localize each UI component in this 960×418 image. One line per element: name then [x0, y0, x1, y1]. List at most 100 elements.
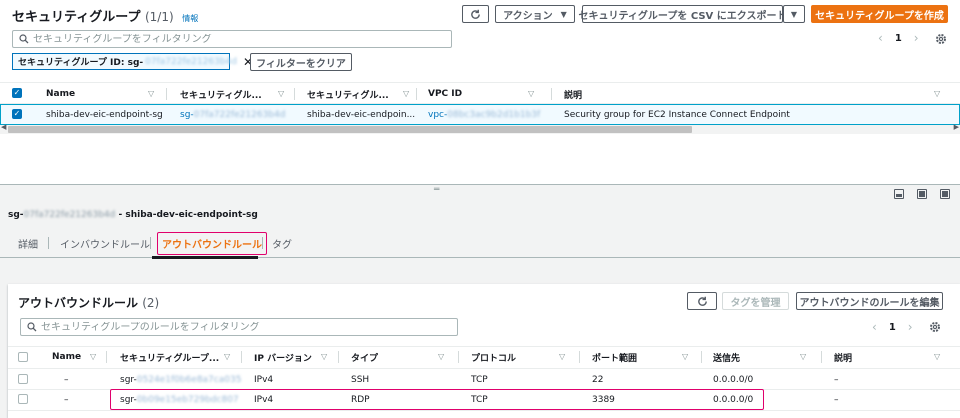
select-all-checkbox[interactable]: ✓ [12, 88, 22, 98]
row-divider [8, 410, 960, 411]
column-separator[interactable] [821, 351, 822, 363]
rule-row-checkbox[interactable] [18, 374, 28, 384]
rule-protocol: TCP [471, 375, 488, 385]
sort-icon[interactable]: ▽ [800, 352, 806, 361]
sort-icon[interactable]: ▽ [403, 89, 409, 98]
rules-search-input[interactable] [37, 321, 457, 333]
filter-token: セキュリティグループ ID: sg- 07fa722fe21263b4d ✕ [12, 53, 253, 70]
row-vpc-id-value[interactable]: 08bc3ac9b2d1b1b3f [447, 110, 540, 120]
rules-column-rule-id[interactable]: セキュリティグループ... [120, 346, 219, 368]
page-number[interactable]: 1 [895, 33, 902, 44]
outbound-refresh-button[interactable] [687, 292, 717, 310]
sort-icon[interactable]: ▽ [934, 352, 940, 361]
column-header-vpc-id[interactable]: VPC ID [428, 83, 462, 105]
rule-port-range: 22 [592, 375, 604, 385]
scroll-left-icon[interactable]: ◀ [1, 123, 6, 131]
column-separator[interactable] [579, 351, 580, 363]
next-page-icon[interactable]: › [914, 31, 919, 45]
column-separator[interactable] [458, 351, 459, 363]
column-separator[interactable] [166, 88, 167, 100]
tab-inbound-rules[interactable]: インバウンドルール [60, 228, 150, 258]
column-separator[interactable] [338, 351, 339, 363]
edit-outbound-rules-button[interactable]: アウトバウンドのルールを編集 [796, 292, 943, 310]
rules-column-ip-version[interactable]: IP バージョン [254, 346, 312, 368]
create-security-group-button[interactable]: セキュリティグループを作成 [811, 5, 948, 23]
rules-column-destination[interactable]: 送信先 [713, 346, 740, 368]
column-separator[interactable] [106, 351, 107, 363]
select-all-rules-checkbox[interactable] [18, 352, 28, 362]
sort-icon[interactable]: ▽ [278, 89, 284, 98]
row-group-id-value[interactable]: 07fa722fe21263b4d [194, 110, 286, 120]
sort-icon[interactable]: ▽ [321, 352, 327, 361]
gear-icon[interactable] [929, 321, 941, 333]
sort-icon[interactable]: ▽ [438, 352, 444, 361]
detail-tabs: 詳細 インバウンドルール アウトバウンドルール タグ [0, 228, 960, 258]
sort-icon[interactable]: ▽ [148, 89, 154, 98]
tab-tags[interactable]: タグ [272, 228, 292, 258]
tab-details[interactable]: 詳細 [18, 228, 38, 258]
rules-column-description[interactable]: 説明 [834, 346, 852, 368]
search-icon [27, 322, 37, 332]
prev-page-icon[interactable]: ‹ [878, 31, 883, 45]
column-separator[interactable] [294, 88, 295, 100]
sort-icon[interactable]: ▽ [90, 352, 96, 361]
prev-page-icon[interactable]: ‹ [872, 320, 877, 334]
split-divider[interactable] [0, 184, 960, 185]
caret-down-icon: ▼ [560, 9, 567, 19]
pagination: ‹ 1 › [872, 31, 925, 45]
horizontal-scrollbar[interactable]: ◀ ▶ [0, 123, 960, 134]
column-header-description[interactable]: 説明 [564, 83, 582, 105]
sort-icon[interactable]: ▽ [934, 89, 940, 98]
sort-icon[interactable]: ▽ [528, 89, 534, 98]
rules-column-protocol[interactable]: プロトコル [471, 346, 516, 368]
column-header-group-id[interactable]: セキュリティグル... [180, 83, 262, 105]
table-row[interactable]: ✓ shiba-dev-eic-endpoint-sg sg- 07fa722fe… [0, 104, 960, 125]
actions-button[interactable]: アクション ▼ [495, 5, 575, 23]
column-separator[interactable] [551, 88, 552, 100]
split-view-bottom-icon[interactable] [894, 189, 904, 199]
split-view-full-icon[interactable] [940, 189, 950, 199]
column-separator[interactable] [416, 88, 417, 100]
split-view-side-icon[interactable] [917, 189, 927, 199]
row-checkbox[interactable]: ✓ [12, 109, 22, 119]
rules-column-name[interactable]: Name [52, 346, 81, 368]
column-header-group-name[interactable]: セキュリティグル... [307, 83, 389, 105]
gear-icon[interactable] [935, 33, 947, 45]
rules-column-port-range[interactable]: ポート範囲 [592, 346, 637, 368]
page-number[interactable]: 1 [889, 322, 896, 333]
row-description: Security group for EC2 Instance Connect … [564, 110, 790, 120]
table-header: ✓ Name ▽ セキュリティグル... ▽ セキュリティグル... ▽ VPC… [0, 82, 960, 104]
column-separator[interactable] [241, 351, 242, 363]
tab-separator [150, 237, 151, 249]
column-separator[interactable] [701, 351, 702, 363]
next-page-icon[interactable]: › [908, 320, 913, 334]
active-tab-indicator [152, 256, 258, 259]
export-csv-button[interactable]: セキュリティグループを CSV にエクスポート [579, 5, 786, 23]
info-link[interactable]: 情報 [182, 14, 198, 23]
tab-outbound-rules[interactable]: アウトバウンドルール [157, 228, 267, 258]
sort-icon[interactable]: ▽ [224, 352, 230, 361]
clear-filter-button[interactable]: フィルターをクリア [250, 53, 352, 71]
rules-search[interactable] [20, 318, 458, 336]
export-dropdown-button[interactable]: ▼ [783, 5, 805, 23]
manage-tags-button[interactable]: タグを管理 [722, 292, 789, 310]
security-group-search[interactable] [12, 30, 452, 48]
sort-icon[interactable]: ▽ [682, 352, 688, 361]
resize-handle-icon[interactable]: ═ [434, 185, 439, 195]
scrollbar-thumb[interactable] [8, 126, 692, 133]
highlight-box [110, 389, 764, 410]
search-input[interactable] [29, 33, 451, 45]
refresh-button[interactable] [462, 5, 489, 23]
row-group-id[interactable]: sg- 07fa722fe21263b4d [180, 105, 285, 125]
search-icon [19, 34, 29, 44]
scroll-right-icon[interactable]: ▶ [954, 123, 959, 131]
rules-column-type[interactable]: タイプ [351, 346, 378, 368]
row-name: shiba-dev-eic-endpoint-sg [46, 110, 163, 120]
row-vpc-id[interactable]: vpc- 08bc3ac9b2d1b1b3f [428, 105, 540, 125]
column-header-name[interactable]: Name [46, 83, 75, 105]
rule-ip-version: IPv4 [254, 375, 274, 385]
refresh-icon [697, 296, 707, 306]
rule-id: sgr- 0524e1f0b6e8a7ca035 [120, 375, 242, 385]
rule-row-checkbox[interactable] [18, 394, 28, 404]
sort-icon[interactable]: ▽ [559, 352, 565, 361]
